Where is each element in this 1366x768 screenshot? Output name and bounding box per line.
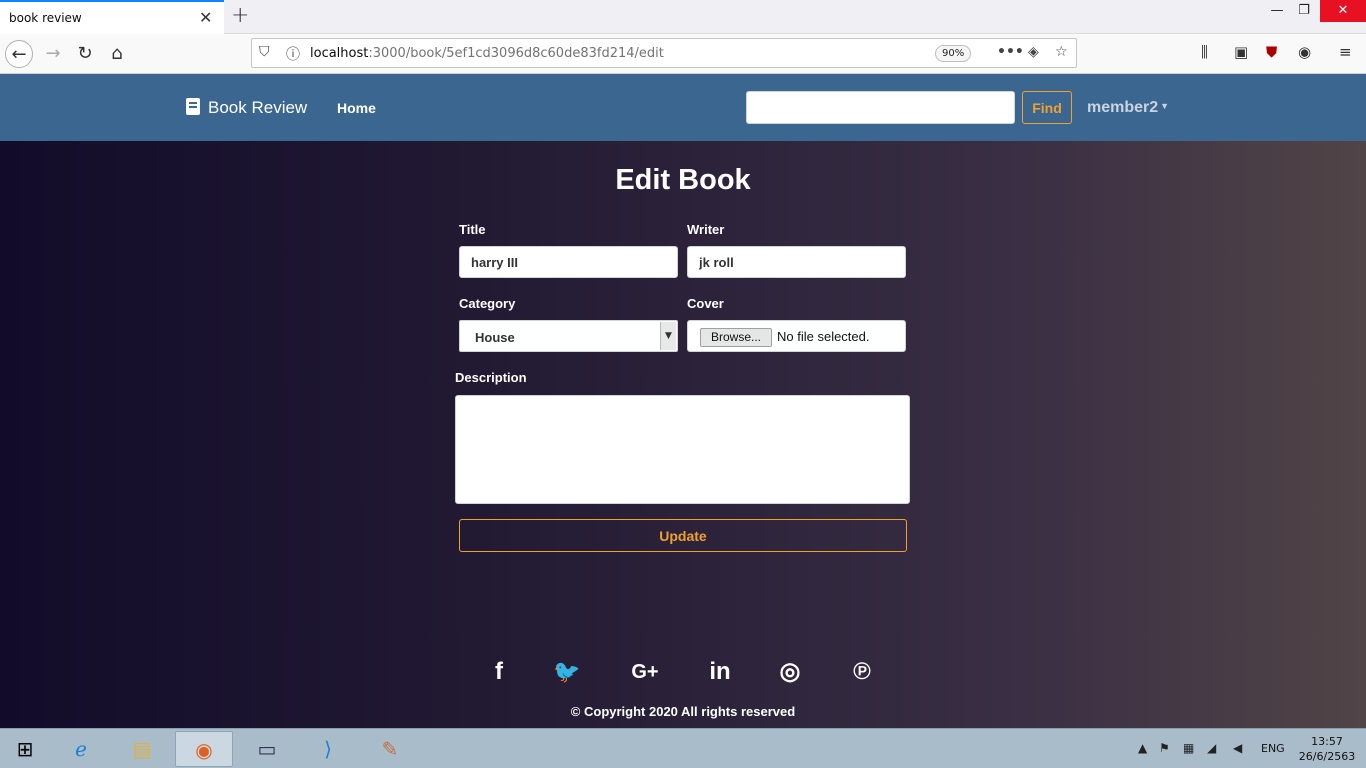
user-dropdown[interactable]: member2 ▼ xyxy=(1087,99,1169,117)
file-status-text: No file selected. xyxy=(777,329,870,344)
title-label: Title xyxy=(459,222,486,237)
input-language[interactable]: ENG xyxy=(1261,742,1285,755)
flag-icon[interactable]: ⚑ xyxy=(1159,741,1170,755)
chevron-up-icon[interactable]: ▲ xyxy=(1138,741,1147,755)
find-button[interactable]: Find xyxy=(1022,91,1072,124)
paint-icon[interactable]: ✎ xyxy=(361,731,419,767)
back-arrow-icon[interactable]: ← xyxy=(5,40,33,68)
brand-link[interactable]: Book Review xyxy=(186,98,307,118)
cover-label: Cover xyxy=(687,296,724,311)
google-plus-icon[interactable]: G+ xyxy=(625,656,665,688)
browser-tab[interactable]: book review ✕ xyxy=(0,0,224,34)
linkedin-icon[interactable]: in xyxy=(700,656,740,688)
page-title: Edit Book xyxy=(615,164,751,196)
firefox-icon[interactable]: ◉ xyxy=(175,731,233,767)
windows-start-icon[interactable]: ⊞ xyxy=(0,731,50,767)
twitter-icon[interactable]: 🐦 xyxy=(547,656,587,688)
home-icon[interactable]: ⌂ xyxy=(103,40,131,68)
new-tab-button[interactable]: + xyxy=(231,3,249,28)
writer-field[interactable] xyxy=(687,246,906,278)
sidebar-icon[interactable]: ▣ xyxy=(1234,43,1248,61)
volume-icon[interactable]: ◀ xyxy=(1233,741,1242,755)
pocket-icon[interactable]: ◈ xyxy=(1028,44,1039,60)
writer-label: Writer xyxy=(687,222,725,237)
reload-icon[interactable]: ↻ xyxy=(71,40,99,68)
address-bar[interactable]: ⛉ ⓘ localhost:3000/book/5ef1cd3096d8c60d… xyxy=(251,38,1077,68)
clock[interactable]: 13:57 26/6/2563 xyxy=(1298,734,1356,764)
instagram-icon[interactable]: ◎ xyxy=(770,656,810,688)
forward-arrow-icon[interactable]: → xyxy=(39,40,67,68)
description-textarea[interactable] xyxy=(455,395,910,504)
clock-time: 13:57 xyxy=(1311,735,1343,748)
url-text[interactable]: localhost:3000/book/5ef1cd3096d8c60de83f… xyxy=(310,46,664,61)
site-navbar: Book Review Home Find member2 ▼ xyxy=(0,74,1366,141)
browser-toolbar: ← → ↻ ⌂ ⛉ ⓘ localhost:3000/book/5ef1cd30… xyxy=(0,34,1366,74)
copyright-text: © Copyright 2020 All rights reserved xyxy=(570,704,796,719)
caret-down-icon: ▼ xyxy=(1160,101,1170,111)
info-icon[interactable]: ⓘ xyxy=(286,44,300,64)
update-button[interactable]: Update xyxy=(459,519,907,552)
ublock-icon[interactable]: ⛊ xyxy=(1266,43,1277,61)
taskbar: ⊞ ℯ ▤ ◉ ▭ ⟩ ✎ ▲ ⚑ ▦ ◢ ◀ ENG 13:57 26/6/2… xyxy=(0,728,1366,768)
tab-close-icon[interactable]: ✕ xyxy=(199,8,212,27)
book-icon xyxy=(186,98,200,115)
bookmark-star-icon[interactable]: ☆ xyxy=(1055,44,1068,60)
menu-icon[interactable]: ≡ xyxy=(1339,43,1352,61)
page-content: Book Review Home Find member2 ▼ Edit Book… xyxy=(0,74,1366,728)
nav-home-link[interactable]: Home xyxy=(337,100,376,116)
account-icon[interactable]: ◉ xyxy=(1298,43,1311,61)
description-label: Description xyxy=(455,370,527,385)
remote-desktop-icon[interactable]: ▭ xyxy=(238,731,296,767)
network-icon[interactable]: ▦ xyxy=(1183,741,1194,755)
cover-file-input[interactable]: Browse... No file selected. xyxy=(687,320,906,352)
shield-icon[interactable]: ⛉ xyxy=(259,44,270,60)
signal-icon[interactable]: ◢ xyxy=(1207,741,1216,755)
vscode-icon[interactable]: ⟩ xyxy=(299,731,357,767)
tab-title: book review xyxy=(9,11,82,25)
zoom-level-badge[interactable]: 90% xyxy=(935,45,972,62)
pinterest-icon[interactable]: ℗ xyxy=(842,656,882,688)
chevron-down-icon[interactable]: ▼ xyxy=(660,322,676,350)
more-actions-icon[interactable]: ••• xyxy=(997,44,1024,60)
category-label: Category xyxy=(459,296,516,311)
title-field[interactable] xyxy=(459,246,678,278)
close-window-button[interactable]: ✕ xyxy=(1320,0,1366,22)
clock-date: 26/6/2563 xyxy=(1298,750,1356,763)
facebook-icon[interactable]: f xyxy=(479,656,519,688)
file-explorer-icon[interactable]: ▤ xyxy=(113,731,171,767)
internet-explorer-icon[interactable]: ℯ xyxy=(52,731,110,767)
category-select[interactable]: House ▼ xyxy=(459,320,678,352)
browse-button[interactable]: Browse... xyxy=(700,328,772,347)
category-selected-value: House xyxy=(475,330,515,345)
browser-tab-strip: book review ✕ + — ❐ ✕ xyxy=(0,0,1366,34)
library-icon[interactable]: ⫼ xyxy=(1201,43,1208,61)
search-input[interactable] xyxy=(746,91,1015,124)
